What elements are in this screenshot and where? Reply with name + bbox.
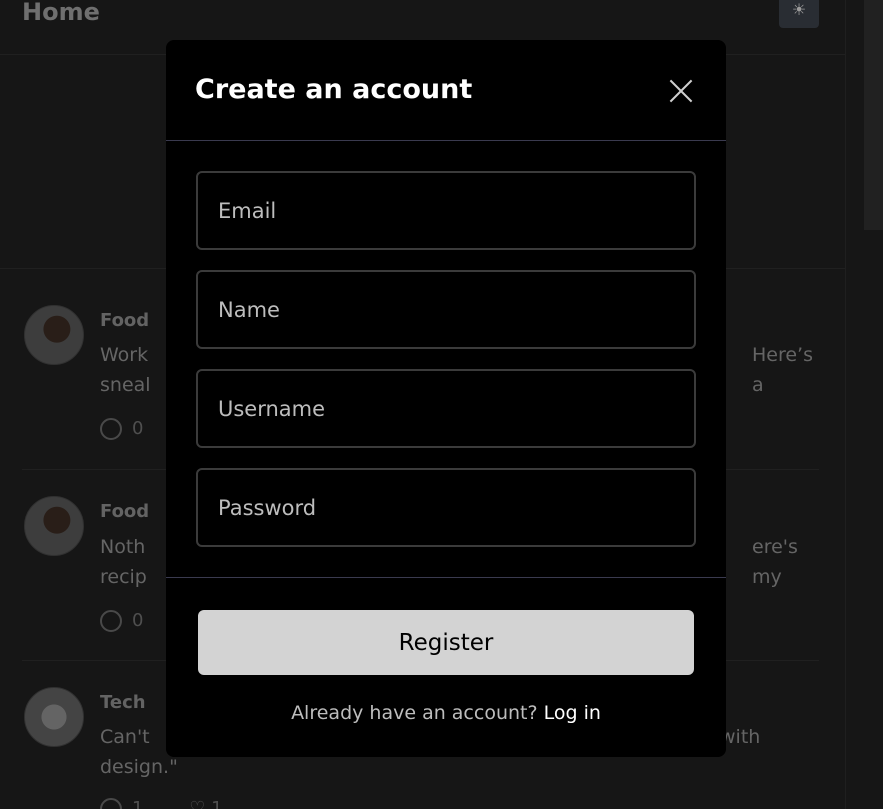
name-field[interactable] xyxy=(196,270,696,349)
email-field[interactable] xyxy=(196,171,696,250)
login-prompt: Already have an account? Log in xyxy=(166,702,726,724)
login-link[interactable]: Log in xyxy=(544,702,601,724)
modal-header: Create an account xyxy=(166,40,726,141)
password-field[interactable] xyxy=(196,468,696,547)
page: Home ☀ Food Work Here’s a sneal 0 Food N… xyxy=(0,0,883,809)
modal-title: Create an account xyxy=(195,74,473,105)
username-field[interactable] xyxy=(196,369,696,448)
create-account-modal: Create an account Register Already have … xyxy=(166,40,726,757)
close-icon[interactable] xyxy=(666,76,696,106)
register-button[interactable]: Register xyxy=(198,610,694,675)
modal-divider xyxy=(166,577,726,578)
login-prompt-text: Already have an account? xyxy=(291,702,538,724)
